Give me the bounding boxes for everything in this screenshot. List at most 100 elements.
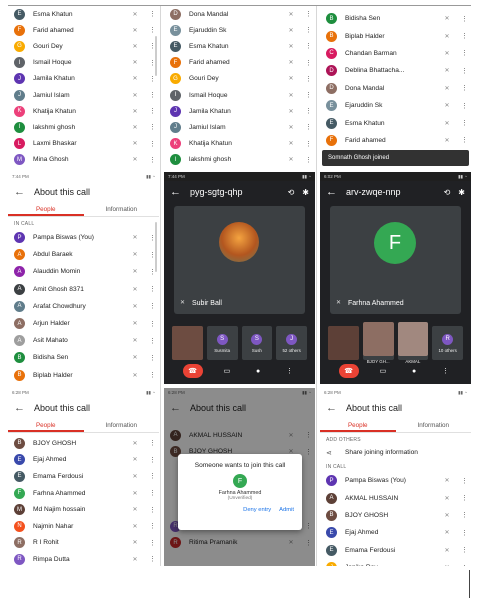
camera-icon[interactable]: ▭ (220, 364, 234, 378)
tab-people[interactable]: People (320, 419, 396, 432)
back-arrow-icon[interactable]: ← (170, 186, 184, 198)
more-options-icon[interactable]: ⋮ (149, 555, 156, 563)
participant-row[interactable]: I Ismail Hoque ✕ ⋮ (164, 87, 315, 103)
participant-row[interactable]: A Arjun Halder ✕ ⋮ (8, 315, 159, 332)
more-options-icon[interactable]: ⋮ (461, 136, 468, 144)
more-options-icon[interactable]: ⋮ (305, 123, 312, 131)
more-options-icon[interactable]: ⋮ (461, 15, 468, 23)
end-call-button[interactable]: ☎ (182, 364, 203, 378)
more-options-icon[interactable]: ⋮ (461, 546, 468, 554)
more-options-icon[interactable]: ⋮ (305, 26, 312, 34)
participant-row[interactable]: E Ejaj Ahmed ✕ ⋮ (8, 452, 159, 469)
more-options-icon[interactable]: ⋮ (461, 84, 468, 92)
participant-row[interactable]: E Ejaj Ahmed ✕ ⋮ (320, 524, 471, 541)
more-options-icon[interactable]: ⋮ (305, 140, 312, 148)
participant-row[interactable]: J Jonika Roy✕ ⋮ (320, 559, 471, 566)
participant-row[interactable]: E Esma Khatun ✕ ⋮ (164, 38, 315, 54)
more-options-icon[interactable]: ⋮ (149, 506, 156, 514)
participant-row[interactable]: L Laxmi Bhaskar ✕ ⋮ (8, 136, 159, 152)
participant-row[interactable]: N Najmin Nahar ✕ ⋮ (8, 518, 159, 535)
participant-row[interactable]: A Amit Ghosh 8371 ✕ ⋮ (8, 281, 159, 298)
more-options-icon[interactable]: ⋮ (305, 107, 312, 115)
meeting-code[interactable]: pyg-sgtg-qhp (190, 187, 288, 197)
participant-row[interactable]: B Bidisha Sen ✕ ⋮ (8, 349, 159, 366)
participant-row[interactable]: A AKMAL HUSSAIN ✕ ⋮ (320, 489, 471, 506)
participant-row[interactable]: E Ejaruddin Sk ✕ ⋮ (164, 22, 315, 38)
back-arrow-icon[interactable]: ← (326, 186, 340, 198)
participant-row[interactable]: C Chandan Barman ✕ ⋮ (320, 45, 471, 62)
back-arrow-icon[interactable]: ← (14, 402, 28, 414)
more-options-icon[interactable]: ⋮ (149, 156, 156, 164)
participant-row[interactable]: I Ismail Hoque ✕ ⋮ (8, 55, 159, 71)
more-options-icon[interactable]: ⋮ (149, 472, 156, 480)
participant-row[interactable]: J Jamila Khatun ✕ ⋮ (8, 71, 159, 87)
mic-icon[interactable]: ● (251, 364, 265, 378)
back-arrow-icon[interactable]: ← (14, 186, 28, 198)
participant-row[interactable]: E Esma Khatun ✕ ⋮ (8, 6, 159, 22)
more-options-icon[interactable]: ⋮ (149, 489, 156, 497)
tab-information[interactable]: Information (396, 419, 472, 432)
more-options-icon[interactable]: ⋮ (461, 32, 468, 40)
more-options-icon[interactable]: ⋮ (461, 477, 468, 485)
participant-thumbnail[interactable]: S Sush (241, 326, 273, 360)
more-options-icon[interactable]: ⋮ (149, 26, 156, 34)
end-call-button[interactable]: ☎ (338, 364, 359, 378)
participant-row[interactable]: F Farid ahamed ✕ ⋮ (320, 132, 471, 149)
participant-thumbnail[interactable] (328, 326, 359, 360)
more-options-icon[interactable]: ⋮ (149, 371, 156, 379)
participant-row[interactable]: E Emama Ferdousi ✕ ⋮ (320, 542, 471, 559)
more-options-icon[interactable]: ⋮ (438, 364, 452, 378)
camera-icon[interactable]: ▭ (376, 364, 390, 378)
deny-entry-button[interactable]: Deny entry (243, 507, 271, 513)
more-options-icon[interactable]: ⋮ (149, 337, 156, 345)
more-options-icon[interactable]: ⋮ (305, 42, 312, 50)
participant-thumbnail[interactable] (172, 326, 203, 360)
tab-people[interactable]: People (8, 419, 84, 432)
participant-thumbnail[interactable]: AKMAL (397, 322, 429, 364)
participant-row[interactable]: J Jamiul Islam ✕ ⋮ (8, 87, 159, 103)
participant-row[interactable]: J Jamiul Islam ✕ ⋮ (164, 119, 315, 135)
more-options-icon[interactable]: ⋮ (149, 10, 156, 18)
participant-thumbnail[interactable]: J 52 others (276, 326, 307, 360)
more-options-icon[interactable]: ⋮ (461, 494, 468, 502)
participant-row[interactable]: l lakshmi ghosh ✕ ⋮ (8, 119, 159, 135)
more-options-icon[interactable]: ⋮ (149, 285, 156, 293)
scrollbar[interactable] (155, 222, 157, 272)
more-options-icon[interactable]: ⋮ (305, 91, 312, 99)
participant-row[interactable]: E Esma Khatun ✕ ⋮ (320, 114, 471, 131)
switch-camera-icon[interactable]: ⟲ (444, 188, 451, 197)
more-options-icon[interactable]: ⋮ (461, 564, 468, 566)
participant-row[interactable]: R Rimpa Dutta ✕ ⋮ (8, 551, 159, 566)
mic-icon[interactable]: ● (407, 364, 421, 378)
more-options-icon[interactable]: ⋮ (149, 456, 156, 464)
participant-row[interactable]: P Pampa Biswas (You) ✕ ⋮ (8, 229, 159, 246)
participant-row[interactable]: P Pampa Biswas (You) ✕ ⋮ (320, 472, 471, 489)
more-options-icon[interactable]: ⋮ (282, 364, 296, 378)
participant-row[interactable]: A Alauddin Momin ✕ ⋮ (8, 263, 159, 280)
participant-thumbnail[interactable]: R 10 others (432, 326, 463, 360)
bluetooth-icon[interactable]: ✱ (458, 188, 465, 197)
participant-row[interactable]: D Dona Mandal ✕ ⋮ (164, 6, 315, 22)
participant-row[interactable]: R R I Rohit ✕ ⋮ (8, 535, 159, 552)
share-joining-info[interactable]: ⋖ Share joining information (320, 445, 471, 460)
more-options-icon[interactable]: ⋮ (149, 320, 156, 328)
back-arrow-icon[interactable]: ← (326, 402, 340, 414)
participant-row[interactable]: l lakshmi ghosh ✕ ⋮ (164, 152, 315, 168)
more-options-icon[interactable]: ⋮ (461, 49, 468, 57)
participant-row[interactable]: B BJOY GHOSH ✕ ⋮ (320, 507, 471, 524)
participant-row[interactable]: F Farid ahamed ✕ ⋮ (8, 22, 159, 38)
participant-thumbnail[interactable]: S Susmita (206, 326, 238, 360)
more-options-icon[interactable]: ⋮ (149, 539, 156, 547)
participant-row[interactable]: G Gouri Dey ✕ ⋮ (164, 71, 315, 87)
participant-row[interactable]: A Abdul Baraek ✕ ⋮ (8, 246, 159, 263)
tab-people[interactable]: People (8, 203, 84, 216)
more-options-icon[interactable]: ⋮ (149, 75, 156, 83)
participant-row[interactable]: A Asit Mahato ✕ ⋮ (8, 332, 159, 349)
more-options-icon[interactable]: ⋮ (305, 59, 312, 67)
participant-row[interactable]: B Biplab Halder ✕ ⋮ (8, 367, 159, 384)
more-options-icon[interactable]: ⋮ (461, 529, 468, 537)
switch-camera-icon[interactable]: ⟲ (288, 188, 295, 197)
more-options-icon[interactable]: ⋮ (305, 10, 312, 18)
participant-row[interactable]: F Farhna Ahammed ✕ ⋮ (8, 485, 159, 502)
participant-row[interactable]: B Bidisha Sen ✕ ⋮ (320, 10, 471, 27)
